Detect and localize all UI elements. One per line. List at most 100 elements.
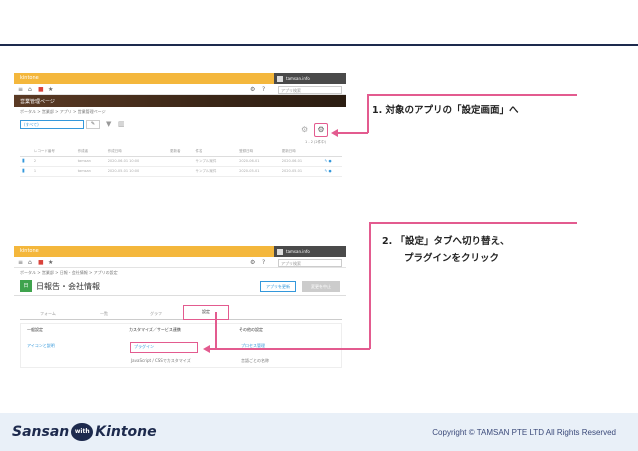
- table-header-row: レコード番号 作成者 作成日時 更新者 件名 登録日時 更新日時: [20, 148, 342, 157]
- column-header[interactable]: 件名: [193, 148, 238, 157]
- logo-right: Kintone: [95, 424, 157, 440]
- table-cell: 2020-06-01 10:00: [105, 156, 169, 167]
- step1-rule: [367, 94, 577, 96]
- settings-icon[interactable]: ⚙: [250, 86, 255, 93]
- menu-icon[interactable]: ≡: [18, 259, 23, 266]
- step2-arrow-icon: [203, 345, 210, 353]
- tab-list[interactable]: 一覧: [86, 309, 122, 319]
- step2-connector: [369, 222, 371, 349]
- filter-icon[interactable]: ▼: [106, 120, 111, 128]
- nav-bar: ≡ ⌂ ■ ★ ⚙ ? アプリ検索: [14, 257, 346, 268]
- kintone-brand: kintone: [20, 248, 39, 254]
- home-icon[interactable]: ⌂: [28, 259, 32, 266]
- column-header[interactable]: 作成日時: [105, 148, 169, 157]
- plugin-link[interactable]: プラグイン: [134, 344, 154, 350]
- table-cell: サンプル案件: [193, 156, 238, 167]
- app-header: 営業管理ページ: [14, 95, 346, 107]
- app-search-input[interactable]: アプリ検索: [278, 259, 342, 267]
- breadcrumb: ポータル > 営業部 > アプリ > 営業管理ページ: [20, 109, 106, 114]
- settings-icon[interactable]: ⚙: [250, 259, 255, 266]
- column-header[interactable]: 登録日時: [237, 148, 280, 157]
- app-icon: 日: [20, 280, 32, 292]
- tab-graph[interactable]: グラフ: [138, 309, 174, 319]
- table-row[interactable]: ▮ 2 tamsan 2020-06-01 10:00 サンプル案件 2020-…: [20, 156, 342, 167]
- app-title: 日報告・会社情報: [36, 282, 100, 291]
- tab-settings[interactable]: 設定: [183, 305, 229, 320]
- table-cell: tamsan: [75, 166, 106, 177]
- top-divider: [0, 44, 638, 46]
- home-icon[interactable]: ⌂: [28, 86, 32, 93]
- notification-icon[interactable]: ■: [38, 86, 44, 93]
- view-selector[interactable]: (すべて): [20, 120, 84, 129]
- edit-record-icon[interactable]: ✎ ●: [322, 166, 342, 177]
- table-cell: 1: [31, 166, 76, 177]
- step1-arrow-line: [338, 132, 368, 134]
- help-icon[interactable]: ?: [262, 259, 265, 266]
- localization-link[interactable]: 言語ごとの名称: [241, 358, 269, 364]
- step1-connector: [367, 94, 369, 133]
- column-header[interactable]: 作成者: [75, 148, 106, 157]
- avatar: [277, 76, 283, 82]
- avatar: [277, 249, 283, 255]
- other-settings-heading: その他の設定: [239, 327, 263, 332]
- table-cell: 2: [31, 156, 76, 167]
- print-icon[interactable]: ⚙: [301, 125, 308, 134]
- user-name: tamsan.info: [286, 76, 310, 81]
- general-settings-heading: 一般設定: [27, 327, 43, 332]
- step2-tab-connector: [215, 312, 217, 349]
- logo-left: Sansan: [12, 424, 70, 440]
- plugin-link-highlight[interactable]: プラグイン: [130, 342, 198, 353]
- view-toolbar: (すべて) ✎ ▼ ▥: [14, 117, 346, 133]
- column-header[interactable]: 更新日時: [279, 148, 323, 157]
- graph-icon[interactable]: ▥: [118, 120, 125, 128]
- table-cell: 2020-05-01: [279, 166, 323, 177]
- table-cell: [168, 166, 194, 177]
- table-cell: サンプル案件: [193, 166, 238, 177]
- help-icon[interactable]: ?: [262, 86, 265, 93]
- app-settings-gear-highlight[interactable]: ⚙: [314, 123, 328, 137]
- menu-icon[interactable]: ≡: [18, 86, 23, 93]
- footer: Sansan with Kintone Copyright © TAMSAN PTE…: [0, 413, 638, 451]
- table-cell: 2020-05-01: [237, 166, 280, 177]
- table-cell: [168, 156, 194, 167]
- star-icon[interactable]: ★: [48, 86, 53, 93]
- step1-arrow-icon: [331, 129, 338, 137]
- logo-with-badge: with: [71, 423, 94, 441]
- column-header[interactable]: 更新者: [168, 148, 194, 157]
- column-header[interactable]: レコード番号: [31, 148, 76, 157]
- step2-arrow-line: [210, 348, 370, 350]
- star-icon[interactable]: ★: [48, 259, 53, 266]
- customize-heading: カスタマイズ／サービス連携: [129, 327, 181, 332]
- user-name: tamsan.info: [286, 249, 310, 254]
- notification-icon[interactable]: ■: [38, 259, 44, 266]
- table-cell: 2020-06-01: [237, 156, 280, 167]
- step2-instruction-line1: 2. 「設定」タブへ切り替え、: [382, 236, 510, 247]
- step2-rule: [369, 222, 577, 224]
- step2-instruction-line2: プラグインをクリック: [404, 253, 500, 264]
- nav-bar: ≡ ⌂ ■ ★ ⚙ ? アプリ検索: [14, 84, 346, 95]
- table-cell: tamsan: [75, 156, 106, 167]
- tab-form[interactable]: フォーム: [30, 309, 66, 319]
- update-app-button[interactable]: アプリを更新: [260, 281, 296, 292]
- icon-description-link[interactable]: アイコンと説明: [27, 343, 55, 349]
- pagination: 1 - 2 (2件中): [304, 140, 326, 144]
- kintone-topbar: kintone tamsan.info: [14, 246, 346, 259]
- table-cell: 2020-06-01: [279, 156, 323, 167]
- kintone-topbar: kintone tamsan.info: [14, 73, 346, 86]
- kintone-brand: kintone: [20, 75, 39, 81]
- table-row[interactable]: ▮ 1 tamsan 2020-05-01 10:00 サンプル案件 2020-…: [20, 166, 342, 177]
- edit-record-icon[interactable]: ✎ ●: [322, 156, 342, 167]
- js-css-link[interactable]: JavaScript / CSSでカスタマイズ: [131, 358, 191, 364]
- cancel-changes-button[interactable]: 変更を中止: [302, 281, 340, 292]
- view-edit-button[interactable]: ✎: [86, 120, 100, 129]
- sansan-with-kintone-logo: Sansan with Kintone: [12, 423, 157, 441]
- breadcrumb: ポータル > 営業部 > 日報・会社情報 > アプリの設定: [20, 270, 118, 275]
- screenshot-app-list: kintone tamsan.info ≡ ⌂ ■ ★ ⚙ ? アプリ検索 営業…: [14, 73, 346, 193]
- step1-instruction: 1. 対象のアプリの「設定画面」へ: [372, 105, 519, 116]
- record-detail-icon[interactable]: ▮: [20, 156, 32, 167]
- record-detail-icon[interactable]: ▮: [20, 166, 32, 177]
- copyright-text: Copyright © TAMSAN PTE LTD All Rights Re…: [432, 428, 616, 437]
- settings-tabs: フォーム 一覧 グラフ: [20, 308, 342, 320]
- record-table: レコード番号 作成者 作成日時 更新者 件名 登録日時 更新日時 ▮ 2 tam…: [20, 148, 342, 177]
- app-search-input[interactable]: アプリ検索: [278, 86, 342, 94]
